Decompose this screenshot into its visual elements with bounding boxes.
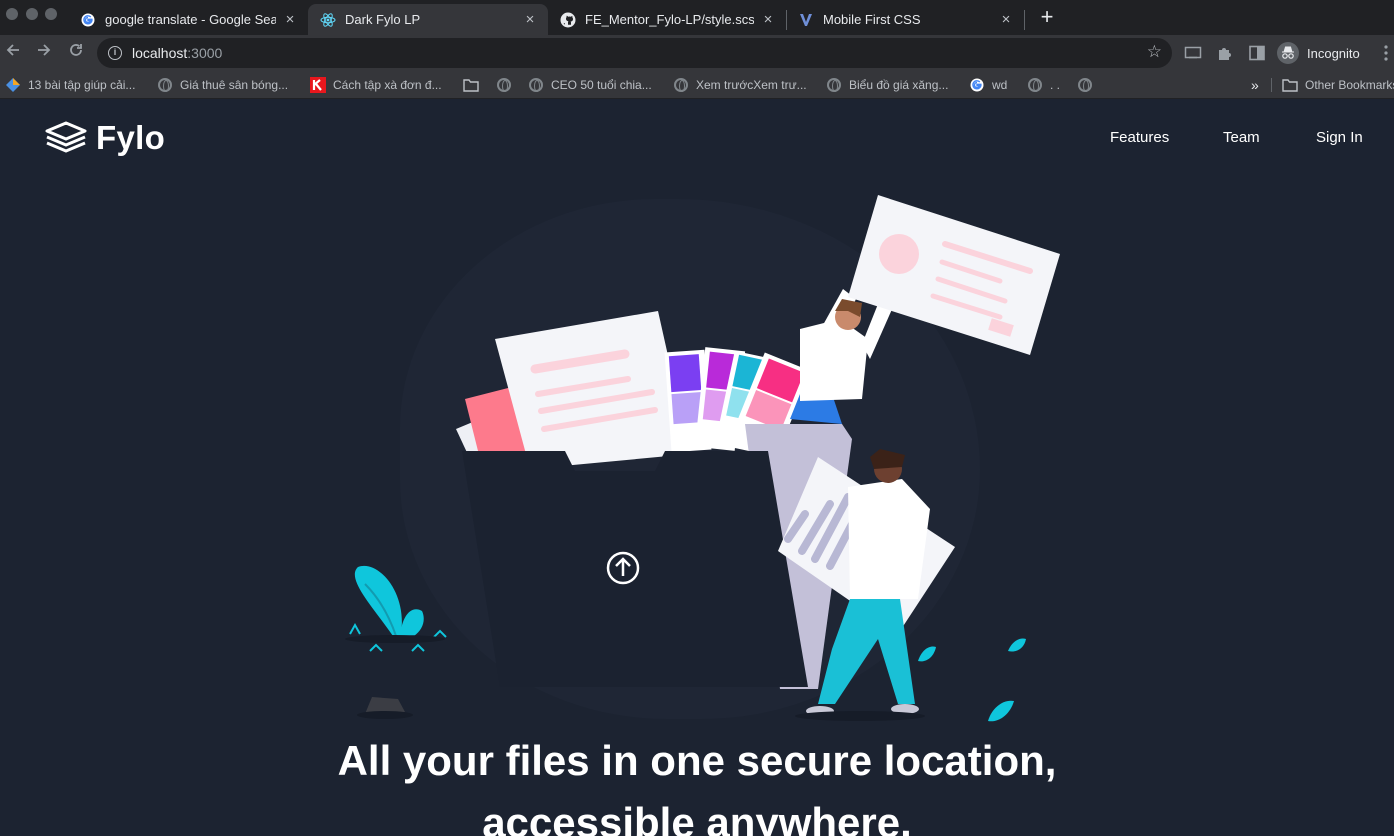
tab-title: Dark Fylo LP xyxy=(345,12,421,27)
folder-icon xyxy=(1282,77,1298,93)
tab-dark-fylo-lp[interactable]: Dark Fylo LP × xyxy=(308,4,548,35)
leaf-decorations xyxy=(918,638,1026,722)
bookmark-item[interactable]: Xem trướcXem trư... xyxy=(673,77,807,93)
bookmarks-separator xyxy=(1271,78,1272,92)
tab-title: google translate - Google Sear xyxy=(105,12,276,27)
tab-title: Mobile First CSS xyxy=(823,12,921,27)
plant-decoration xyxy=(345,565,447,652)
page-viewport: Fylo Features Team Sign In All your file… xyxy=(0,99,1394,836)
person-holding-card xyxy=(790,289,893,424)
stack-logo-icon xyxy=(45,121,87,153)
new-tab-button[interactable]: + xyxy=(1036,6,1058,28)
v-icon xyxy=(798,12,814,28)
tab-google-translate[interactable]: google translate - Google Sear × xyxy=(68,4,308,35)
tab-mobile-first-css[interactable]: Mobile First CSS × xyxy=(786,4,1024,35)
close-tab-icon[interactable]: × xyxy=(282,11,298,28)
url-text: localhost:3000 xyxy=(132,45,223,61)
github-icon xyxy=(560,12,576,28)
bookmark-folder[interactable] xyxy=(463,77,486,93)
address-bar[interactable]: i localhost:3000 ☆ xyxy=(97,38,1172,68)
browser-menu-icon[interactable] xyxy=(1384,45,1388,61)
reload-button[interactable] xyxy=(64,41,88,65)
hero-illustration xyxy=(345,195,1060,722)
globe-icon xyxy=(496,77,512,93)
cast-icon[interactable] xyxy=(1184,44,1202,62)
globe-icon xyxy=(1027,77,1043,93)
globe-icon xyxy=(673,77,689,93)
close-tab-icon[interactable]: × xyxy=(522,11,538,28)
minimize-window-button[interactable] xyxy=(26,8,38,20)
bookmark-item[interactable] xyxy=(1077,77,1100,93)
tab-github-style-scss[interactable]: FE_Mentor_Fylo-LP/style.scss × xyxy=(548,4,786,35)
tab-strip: google translate - Google Sear × Dark Fy… xyxy=(0,0,1394,35)
bookmark-item[interactable]: Cách tập xà đơn đ... xyxy=(310,77,442,93)
google-icon xyxy=(80,12,96,28)
extensions-puzzle-icon[interactable] xyxy=(1216,44,1234,62)
folder-icon xyxy=(463,77,479,93)
forward-button[interactable] xyxy=(32,41,56,65)
globe-icon xyxy=(1077,77,1093,93)
bookmark-item[interactable]: Giá thuê sân bóng... xyxy=(157,77,288,93)
bookmark-item[interactable]: Biểu đồ giá xăng... xyxy=(826,77,948,93)
site-info-icon[interactable]: i xyxy=(108,46,122,60)
other-bookmarks-folder[interactable]: Other Bookmarks xyxy=(1282,77,1394,93)
tab-separator xyxy=(1024,10,1025,30)
tab-title: FE_Mentor_Fylo-LP/style.scss xyxy=(585,12,754,27)
hero-headline: All your files in one secure location, a… xyxy=(0,730,1394,836)
close-window-button[interactable] xyxy=(6,8,18,20)
bookmark-item[interactable]: CEO 50 tuổi chia... xyxy=(528,77,652,93)
incognito-icon xyxy=(1277,42,1299,64)
globe-icon xyxy=(157,77,173,93)
fylo-logo[interactable]: Fylo xyxy=(44,119,165,157)
document-sheet xyxy=(495,311,690,469)
logo-wordmark: Fylo xyxy=(96,119,166,156)
bookmark-star-icon[interactable]: ☆ xyxy=(1147,42,1162,62)
back-button[interactable] xyxy=(1,41,25,65)
incognito-label: Incognito xyxy=(1307,45,1360,61)
k-icon xyxy=(310,77,326,93)
incognito-profile-button[interactable]: Incognito xyxy=(1277,40,1360,66)
bookmark-item[interactable]: wd xyxy=(969,77,1007,93)
globe-icon xyxy=(826,77,842,93)
rock-decoration xyxy=(357,697,413,719)
nav-features-link[interactable]: Features xyxy=(1110,129,1169,146)
forward-arrow-icon xyxy=(38,44,51,56)
google-icon xyxy=(969,77,985,93)
globe-icon xyxy=(528,77,544,93)
bookmark-item[interactable]: . . xyxy=(1027,77,1060,93)
headline-line-1: All your files in one secure location, xyxy=(337,737,1057,784)
side-panel-icon[interactable] xyxy=(1248,44,1266,62)
diamond-icon xyxy=(5,77,21,93)
bookmarks-bar: 13 bài tập giúp cải... Giá thuê sân bóng… xyxy=(0,71,1394,99)
close-tab-icon[interactable]: × xyxy=(998,11,1014,28)
react-icon xyxy=(320,12,336,28)
folder-front xyxy=(462,451,808,687)
close-tab-icon[interactable]: × xyxy=(760,11,776,28)
back-arrow-icon xyxy=(6,44,19,56)
bookmarks-overflow-chevron[interactable]: » xyxy=(1251,77,1259,93)
nav-sign-in-link[interactable]: Sign In xyxy=(1316,129,1363,146)
nav-team-link[interactable]: Team xyxy=(1223,129,1260,146)
maximize-window-button[interactable] xyxy=(45,8,57,20)
bookmark-item[interactable] xyxy=(496,77,519,93)
bookmark-item[interactable]: 13 bài tập giúp cải... xyxy=(5,77,135,93)
reload-icon xyxy=(70,44,82,56)
browser-toolbar: i localhost:3000 ☆ Incognito xyxy=(0,35,1394,71)
headline-line-2: accessible anywhere. xyxy=(482,799,912,836)
